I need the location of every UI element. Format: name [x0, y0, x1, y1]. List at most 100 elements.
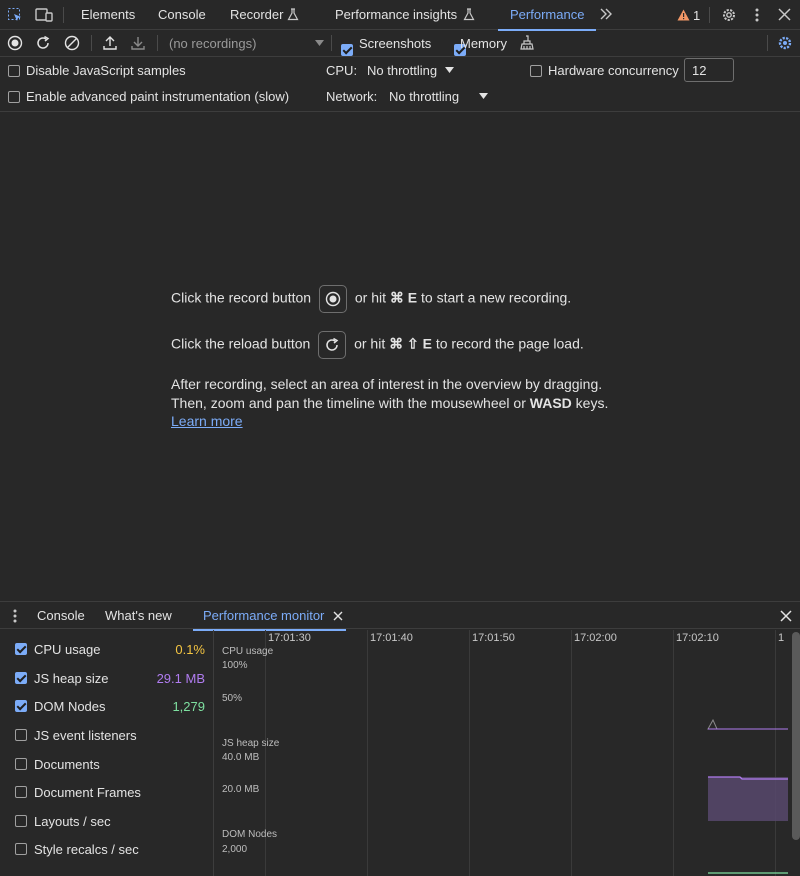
divider: [709, 7, 710, 23]
metric-checkbox[interactable]: [15, 786, 27, 798]
network-throttling-select[interactable]: No throttling: [389, 89, 459, 104]
divider: [91, 35, 92, 51]
close-tab-icon[interactable]: [333, 611, 343, 621]
device-toolbar-icon[interactable]: [35, 7, 53, 23]
metric-row[interactable]: Style recalcs / sec: [0, 835, 213, 863]
performance-toolbar: (no recordings) Screenshots Memory: [0, 30, 800, 57]
chevron-down-icon[interactable]: [479, 93, 488, 99]
drawer-tab-console[interactable]: Console: [37, 602, 85, 630]
metric-checkbox[interactable]: [15, 843, 27, 855]
cpu-trace: [707, 718, 788, 730]
disable-js-samples-label: Disable JavaScript samples: [26, 63, 186, 78]
record-hint: or hit: [354, 289, 386, 306]
inspect-element-icon[interactable]: [7, 7, 23, 23]
capture-settings-gear-icon[interactable]: [777, 35, 793, 51]
upload-icon[interactable]: [102, 35, 118, 51]
reload-shortcut: ⌘ ⇧ E: [389, 335, 432, 352]
tab-performance-insights[interactable]: Performance insights: [335, 0, 457, 30]
drag-instruction: After recording, select an area of inter…: [171, 376, 603, 392]
metric-checkbox[interactable]: [15, 672, 27, 684]
flask-icon: [287, 8, 299, 21]
reload-hint: or hit: [354, 335, 386, 352]
graph-scrollbar[interactable]: [792, 632, 800, 840]
metric-row[interactable]: Document Frames: [0, 778, 213, 806]
reload-icon[interactable]: [35, 35, 51, 51]
hardware-concurrency-label: Hardware concurrency: [548, 63, 679, 78]
record-instruction: Click the record button or hit ⌘ E to st…: [171, 285, 571, 313]
divider: [63, 7, 64, 23]
tab-elements[interactable]: Elements: [81, 0, 135, 30]
network-label: Network:: [326, 89, 378, 104]
recording-select[interactable]: (no recordings): [169, 36, 256, 51]
disable-js-samples-checkbox[interactable]: [8, 65, 20, 77]
tab-console[interactable]: Console: [158, 0, 206, 30]
tab-recorder[interactable]: Recorder: [230, 0, 283, 30]
metric-label: JS heap size: [34, 670, 109, 686]
record-instruction-text: Click the record button: [171, 289, 312, 306]
reload-instruction-text: Click the reload button: [171, 335, 311, 352]
flask-icon: [463, 8, 475, 21]
close-icon[interactable]: [778, 8, 791, 21]
devtools-tab-bar: Elements Console Recorder Performance in…: [0, 0, 800, 31]
record-hint-end: to start a new recording.: [421, 289, 572, 306]
more-tabs-icon[interactable]: [599, 8, 613, 20]
metric-value: 0.1%: [175, 641, 205, 657]
reload-button[interactable]: [318, 331, 347, 359]
metric-label: DOM Nodes: [34, 698, 106, 714]
record-shortcut: ⌘ E: [389, 289, 418, 306]
metric-row[interactable]: Documents: [0, 750, 213, 778]
metric-label: Document Frames: [34, 784, 141, 800]
record-icon[interactable]: [7, 35, 23, 51]
metrics-list: CPU usage 0.1% JS heap size 29.1 MB DOM Node…: [0, 630, 214, 876]
capture-settings-pane: Disable JavaScript samples Enable advanc…: [0, 57, 800, 112]
performance-monitor-graph: 17:01:30 17:01:40 17:01:50 17:02:00 17:02:10…: [214, 630, 800, 876]
advanced-paint-checkbox[interactable]: [8, 91, 20, 103]
broom-icon[interactable]: [519, 35, 535, 51]
chevron-down-icon[interactable]: [315, 40, 324, 46]
wasd-keys: WASD: [529, 395, 572, 411]
warning-icon[interactable]: [677, 9, 690, 21]
record-button[interactable]: [318, 285, 347, 313]
drawer-tab-whats-new[interactable]: What's new: [105, 602, 172, 630]
metric-row[interactable]: DOM Nodes 1,279: [0, 692, 213, 720]
hardware-concurrency-input[interactable]: 12: [684, 58, 734, 82]
screenshots-label: Screenshots: [359, 36, 432, 51]
metric-checkbox[interactable]: [15, 815, 27, 827]
divider: [157, 35, 158, 51]
metric-label: CPU usage: [34, 641, 101, 657]
metric-value: 29.1 MB: [156, 670, 205, 686]
metric-checkbox[interactable]: [15, 700, 27, 712]
divider: [331, 35, 332, 51]
download-icon[interactable]: [130, 35, 146, 51]
screenshots-checkbox[interactable]: [341, 44, 353, 56]
metric-row[interactable]: CPU usage 0.1%: [0, 635, 213, 663]
graph-traces: [707, 718, 788, 874]
metric-label: Documents: [34, 756, 100, 772]
metric-checkbox[interactable]: [15, 729, 27, 741]
hardware-concurrency-checkbox[interactable]: [530, 65, 542, 77]
close-drawer-icon[interactable]: [780, 610, 792, 622]
reload-hint-end: to record the page load.: [435, 335, 584, 352]
drawer-tab-performance-monitor[interactable]: Performance monitor: [192, 602, 347, 631]
metric-row[interactable]: JS heap size 29.1 MB: [0, 664, 213, 692]
chevron-down-icon[interactable]: [445, 67, 454, 73]
heap-trace: [708, 776, 788, 821]
more-options-icon[interactable]: [754, 7, 760, 23]
drawer-tab-bar: Console What's new Performance monitor: [0, 601, 800, 631]
metric-row[interactable]: Layouts / sec: [0, 807, 213, 835]
zoom-instruction-text: Then, zoom and pan the timeline with the…: [171, 395, 526, 411]
metric-checkbox[interactable]: [15, 758, 27, 770]
warning-count[interactable]: 1: [693, 8, 700, 23]
clear-icon[interactable]: [64, 35, 80, 51]
metric-checkbox[interactable]: [15, 643, 27, 655]
learn-more-text[interactable]: Learn more: [171, 413, 243, 429]
metric-row[interactable]: JS event listeners: [0, 721, 213, 749]
divider: [767, 35, 768, 51]
learn-more-link[interactable]: Learn more: [171, 413, 243, 429]
settings-gear-icon[interactable]: [721, 7, 737, 23]
cpu-throttling-select[interactable]: No throttling: [367, 63, 437, 78]
drawer-menu-icon[interactable]: [12, 608, 18, 624]
zoom-instruction: Then, zoom and pan the timeline with the…: [171, 395, 608, 411]
metric-label: Style recalcs / sec: [34, 841, 139, 857]
tab-performance[interactable]: Performance: [497, 0, 597, 31]
